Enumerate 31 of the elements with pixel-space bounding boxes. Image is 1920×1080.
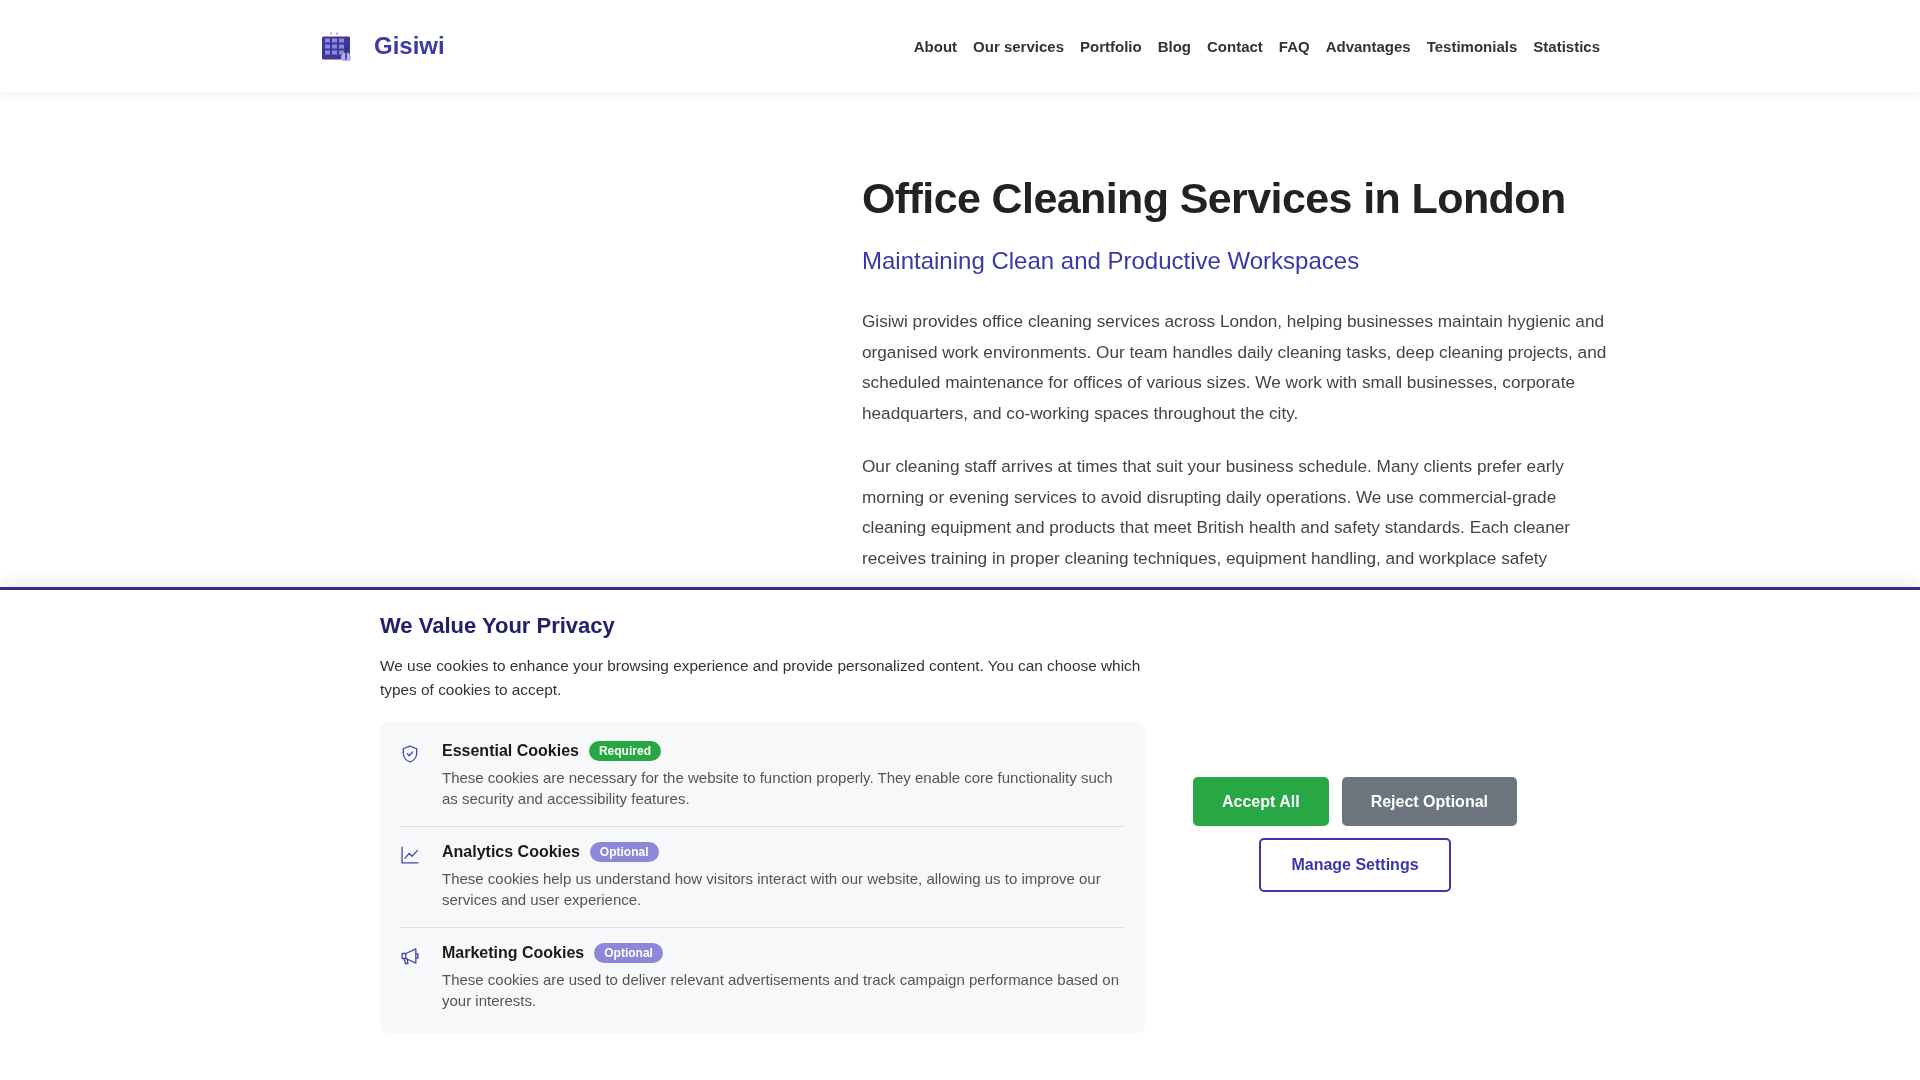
category-description: These cookies are used to deliver relevant advertisements and track campaign performance based on your interests. [442,970,1121,1011]
line-chart-icon [400,845,420,865]
category-title: Essential Cookies [442,741,579,761]
megaphone-icon [400,946,420,966]
optional-badge: Optional [594,943,663,963]
optional-badge: Optional [589,842,659,862]
nav-link[interactable]: FAQ [1278,37,1310,55]
brand-name[interactable]: Gisiwi [374,32,445,60]
shield-check-icon [400,744,420,764]
body-paragraph: Our cleaning staff arrives at times that suit your business schedule. Many clients prefer early morning or evening services to avoid disrupting daily operations. We use commercial-grade cleaning equipment and products that meet British health and safety standards. Each cleaner receives training in proper cleaning techniques, equipment handling, and workplace safety [862,455,1571,570]
building-icon [322,31,352,61]
body-paragraph: Gisiwi provides office cleaning services across London, helping businesses maintain hygienic and organised work environments. Our team handles daily cleaning tasks, deep cleaning projects, and scheduled maintenance for offices of various sizes. We work with small businesses, corporate headquarters, and co-working spaces throughout the city. [862,310,1608,425]
page-subtitle: Maintaining Clean and Productive Workspaces [862,246,1361,276]
nav-link[interactable]: Advantages [1325,37,1411,55]
nav-link[interactable]: Contact [1207,37,1263,55]
nav-link[interactable]: Blog [1157,37,1191,55]
required-badge: Required [588,741,661,761]
settings-button[interactable]: Manage Settings [1259,838,1451,892]
category-title: Marketing Cookies [442,943,585,963]
banner-description: We use cookies to enhance your browsing experience and provide personalized content. You can choose which types of cookies to accept. [380,656,1142,700]
category-title: Analytics Cookies [442,842,580,862]
category-description: These cookies help us understand how visitors interact with our website, allowing us to improve our services and user experience. [442,869,1102,910]
nav-link[interactable]: Portfolio [1080,37,1142,55]
nav-link[interactable]: Our services [973,37,1064,55]
nav-link[interactable]: Testimonials [1426,37,1518,55]
category-description: These cookies are necessary for the website to function properly. They enable core functionality such as security and accessibility features. [442,768,1114,809]
banner-title: We Value Your Privacy [380,612,616,640]
reject-button[interactable]: Reject Optional [1341,777,1517,826]
nav-link[interactable]: About [913,37,958,55]
page-title: Office Cleaning Services in London [862,173,1567,224]
nav-link[interactable]: Statistics [1533,37,1600,55]
